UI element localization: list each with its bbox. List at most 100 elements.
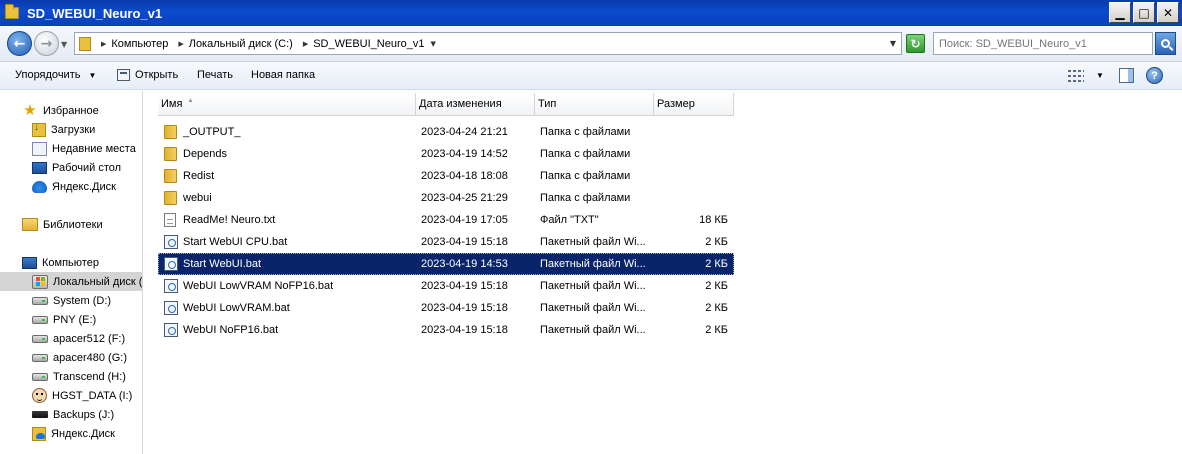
recent-pages-dropdown[interactable]: ▼	[61, 40, 67, 49]
file-size: 18 КБ	[699, 214, 728, 226]
file-type: Пакетный файл Wi...	[540, 302, 646, 314]
sidebar-item-label: Backups (J:)	[53, 408, 115, 421]
file-row[interactable]: WebUI NoFP16.bat 2023-04-19 15:18 Пакетн…	[158, 319, 734, 341]
sidebar-item-label: PNY (E:)	[53, 313, 97, 326]
sidebar-item-drive-d[interactable]: System (D:)	[0, 291, 142, 310]
column-header-name[interactable]: Имя ▲	[158, 93, 416, 116]
file-row[interactable]: Start WebUI CPU.bat 2023-04-19 15:18 Пак…	[158, 231, 734, 253]
sort-ascending-icon: ▲	[187, 98, 194, 104]
file-name-cell: WebUI LowVRAM NoFP16.bat	[158, 279, 416, 293]
address-bar[interactable]: ▶ Компьютер ▶ Локальный диск (C:) ▶ SD_W…	[74, 32, 902, 55]
organize-button[interactable]: Упорядочить ▼	[15, 69, 96, 81]
column-header-type[interactable]: Тип	[535, 93, 654, 116]
file-row[interactable]: Depends 2023-04-19 14:52 Папка с файлами	[158, 143, 734, 165]
libraries-icon	[22, 218, 38, 231]
breadcrumb-label: SD_WEBUI_Neuro_v1	[313, 37, 425, 50]
file-name: WebUI NoFP16.bat	[183, 324, 279, 336]
sidebar-item-label: Локальный диск (	[53, 275, 143, 288]
column-header-size[interactable]: Размер	[654, 93, 734, 116]
chevron-right-icon: ▶	[302, 39, 309, 48]
command-bar: Упорядочить ▼ Открыть Печать Новая папка…	[0, 62, 1182, 90]
file-row[interactable]: Redist 2023-04-18 18:08 Папка с файлами	[158, 165, 734, 187]
sidebar-item-local-disk-c[interactable]: Локальный диск (	[0, 272, 143, 291]
sidebar-item-drive-j[interactable]: Backups (J:)	[0, 405, 142, 424]
file-name-cell: WebUI LowVRAM.bat	[158, 301, 416, 315]
file-date: 2023-04-25 21:29	[421, 192, 508, 204]
minimize-button[interactable]: ▁	[1109, 2, 1131, 23]
file-date: 2023-04-19 14:52	[421, 148, 508, 160]
search-icon	[1161, 39, 1170, 48]
batch-file-icon	[164, 235, 178, 249]
column-header-label: Имя	[161, 98, 183, 110]
breadcrumb-label: Компьютер	[111, 37, 169, 50]
breadcrumb-computer[interactable]: ▶ Компьютер	[97, 38, 168, 50]
column-header-label: Тип	[538, 98, 557, 110]
window-controls: ▁ □ ✕	[1109, 2, 1179, 23]
view-dropdown-chevron-icon[interactable]: ▼	[1096, 71, 1104, 80]
sidebar-item-drive-i[interactable]: HGST_DATA (I:)	[0, 386, 142, 405]
file-name-cell: ReadMe! Neuro.txt	[158, 213, 416, 227]
sidebar-item-label: Библиотеки	[43, 218, 103, 231]
preview-pane-icon[interactable]	[1119, 68, 1134, 83]
search-input[interactable]	[933, 32, 1153, 55]
column-header-row: Имя ▲ Дата изменения Тип Размер	[158, 93, 734, 116]
sidebar-item-drive-g[interactable]: apacer480 (G:)	[0, 348, 142, 367]
hard-drive-icon	[32, 296, 48, 305]
sidebar-item-label: apacer512 (F:)	[53, 332, 126, 345]
batch-file-icon	[164, 323, 178, 337]
breadcrumb-local-disk[interactable]: ▶ Локальный диск (C:)	[174, 38, 293, 50]
column-header-date[interactable]: Дата изменения	[416, 93, 535, 116]
file-name-cell: Start WebUI.bat	[158, 257, 416, 271]
file-date: 2023-04-19 15:18	[421, 324, 508, 336]
sidebar-item-label: Недавние места	[52, 142, 136, 155]
help-icon[interactable]: ?	[1146, 67, 1163, 84]
sidebar-item-yandex-disk[interactable]: Яндекс.Диск	[0, 177, 142, 196]
print-button[interactable]: Печать	[197, 69, 233, 81]
open-button[interactable]: Открыть	[117, 69, 178, 81]
refresh-button[interactable]: ↻	[906, 34, 925, 53]
sidebar-item-desktop[interactable]: Рабочий стол	[0, 158, 142, 177]
file-row[interactable]: ReadMe! Neuro.txt 2023-04-19 17:05 Файл …	[158, 209, 734, 231]
address-history-dropdown[interactable]: ▼	[890, 39, 896, 48]
new-folder-label: Новая папка	[251, 69, 316, 81]
sidebar-item-drive-e[interactable]: PNY (E:)	[0, 310, 142, 329]
forward-button[interactable]: →	[34, 31, 59, 56]
file-list[interactable]: Имя ▲ Дата изменения Тип Размер _OUTPUT_…	[144, 91, 1182, 454]
sidebar-item-yandex-disk-drive[interactable]: Яндекс.Диск	[0, 424, 142, 443]
search-button[interactable]	[1155, 32, 1176, 55]
sidebar-item-recent-places[interactable]: Недавние места	[0, 139, 142, 158]
new-folder-button[interactable]: Новая папка	[251, 69, 315, 81]
sidebar-libraries[interactable]: Библиотеки	[0, 215, 142, 234]
sidebar-item-drive-h[interactable]: Transcend (H:)	[0, 367, 142, 386]
file-type: Папка с файлами	[540, 126, 631, 138]
file-name-cell: Depends	[158, 147, 416, 161]
file-row[interactable]: WebUI LowVRAM NoFP16.bat 2023-04-19 15:1…	[158, 275, 734, 297]
close-button[interactable]: ✕	[1157, 2, 1179, 23]
file-row[interactable]: WebUI LowVRAM.bat 2023-04-19 15:18 Пакет…	[158, 297, 734, 319]
file-size: 2 КБ	[705, 236, 728, 248]
file-row[interactable]: webui 2023-04-25 21:29 Папка с файлами	[158, 187, 734, 209]
file-size: 2 КБ	[705, 324, 728, 336]
file-row-selected[interactable]: Start WebUI.bat 2023-04-19 14:53 Пакетны…	[158, 253, 734, 275]
star-icon: ★	[23, 101, 37, 119]
back-button[interactable]: ←	[7, 31, 32, 56]
maximize-button[interactable]: □	[1133, 2, 1155, 23]
title-bar[interactable]: SD_WEBUI_Neuro_v1 ▁ □ ✕	[0, 0, 1182, 26]
sidebar-item-downloads[interactable]: Загрузки	[0, 120, 142, 139]
sidebar-item-drive-f[interactable]: apacer512 (F:)	[0, 329, 142, 348]
chevron-down-icon: ▼	[88, 70, 97, 80]
file-row[interactable]: _OUTPUT_ 2023-04-24 21:21 Папка с файлам…	[158, 121, 734, 143]
view-options-icon[interactable]	[1068, 70, 1084, 82]
recent-places-icon	[32, 141, 47, 156]
chevron-down-icon[interactable]: ▼	[431, 40, 436, 48]
file-rows: _OUTPUT_ 2023-04-24 21:21 Папка с файлам…	[158, 121, 734, 341]
file-type: Пакетный файл Wi...	[540, 236, 646, 248]
maximize-icon: □	[1138, 5, 1150, 20]
sidebar-favorites[interactable]: ★ Избранное	[0, 101, 142, 120]
address-row: ← → ▼ ▶ Компьютер ▶ Локальный диск (C:) …	[0, 26, 1182, 62]
open-icon	[117, 69, 130, 81]
file-size: 2 КБ	[705, 280, 728, 292]
hard-drive-icon	[32, 315, 48, 324]
breadcrumb-current-folder[interactable]: ▶ SD_WEBUI_Neuro_v1 ▼	[299, 38, 441, 50]
sidebar-computer[interactable]: Компьютер	[0, 253, 142, 272]
